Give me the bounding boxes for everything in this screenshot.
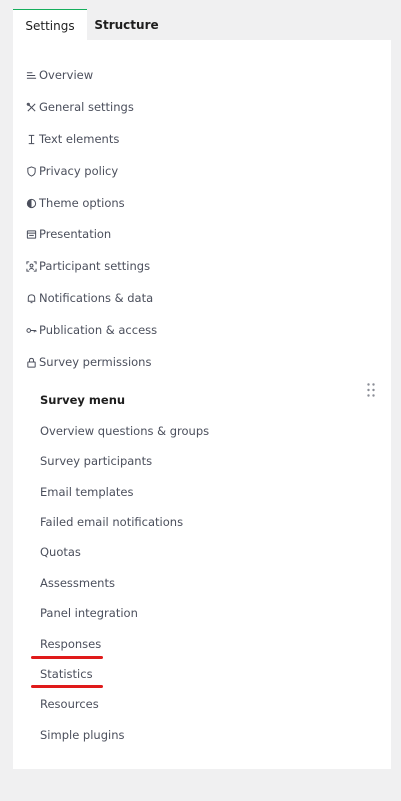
key-icon xyxy=(24,323,38,337)
settings-item-label: Presentation xyxy=(39,227,112,241)
menu-item-failed-email-notifications[interactable]: Failed email notifications xyxy=(40,515,183,529)
settings-item-overview[interactable]: Overview xyxy=(24,66,93,84)
settings-item-label: Notifications & data xyxy=(39,291,154,305)
bell-icon xyxy=(24,291,38,305)
survey-menu-heading: Survey menu xyxy=(40,393,126,407)
settings-item-publication-access[interactable]: Publication & access xyxy=(24,321,157,339)
presentation-icon xyxy=(24,227,38,241)
menu-item-email-templates[interactable]: Email templates xyxy=(40,485,133,499)
responses-annotation-underline xyxy=(31,656,103,659)
participant-icon xyxy=(24,259,38,273)
settings-item-general-settings[interactable]: General settings xyxy=(24,98,134,116)
settings-panel: Overview General settings Text elements … xyxy=(13,40,391,769)
settings-item-notifications-data[interactable]: Notifications & data xyxy=(24,289,153,307)
statistics-annotation-underline xyxy=(31,685,103,688)
settings-item-label: Publication & access xyxy=(39,323,158,337)
tools-icon xyxy=(24,100,38,114)
half-circle-icon xyxy=(24,196,38,210)
drag-handle-icon[interactable] xyxy=(366,382,376,398)
menu-item-overview-questions-groups[interactable]: Overview questions & groups xyxy=(40,424,209,438)
settings-item-privacy-policy[interactable]: Privacy policy xyxy=(24,162,118,180)
settings-item-text-elements[interactable]: Text elements xyxy=(24,130,119,148)
menu-item-quotas[interactable]: Quotas xyxy=(40,545,81,559)
menu-item-responses[interactable]: Responses xyxy=(40,637,101,651)
settings-item-presentation[interactable]: Presentation xyxy=(24,225,111,243)
settings-item-theme-options[interactable]: Theme options xyxy=(24,194,125,212)
lock-icon xyxy=(24,355,38,369)
menu-item-assessments[interactable]: Assessments xyxy=(40,576,115,590)
menu-item-survey-participants[interactable]: Survey participants xyxy=(40,454,152,468)
settings-item-survey-permissions[interactable]: Survey permissions xyxy=(24,353,151,371)
settings-item-label: Theme options xyxy=(39,196,125,210)
menu-item-resources[interactable]: Resources xyxy=(40,697,99,711)
menu-item-statistics[interactable]: Statistics xyxy=(40,667,93,681)
settings-item-label: Overview xyxy=(39,68,94,82)
tab-settings[interactable]: Settings xyxy=(13,9,87,41)
sidebar-tabs: Settings Structure xyxy=(13,9,166,41)
settings-item-label: Privacy policy xyxy=(39,164,119,178)
settings-item-label: Survey permissions xyxy=(39,355,152,369)
list-icon xyxy=(24,68,38,82)
settings-item-participant-settings[interactable]: Participant settings xyxy=(24,257,150,275)
menu-item-panel-integration[interactable]: Panel integration xyxy=(40,606,138,620)
text-cursor-icon xyxy=(24,132,38,146)
settings-item-label: Text elements xyxy=(39,132,120,146)
settings-item-label: General settings xyxy=(39,100,134,114)
settings-item-label: Participant settings xyxy=(39,259,151,273)
tab-structure[interactable]: Structure xyxy=(87,9,166,41)
menu-item-simple-plugins[interactable]: Simple plugins xyxy=(40,728,124,742)
shield-icon xyxy=(24,164,38,178)
